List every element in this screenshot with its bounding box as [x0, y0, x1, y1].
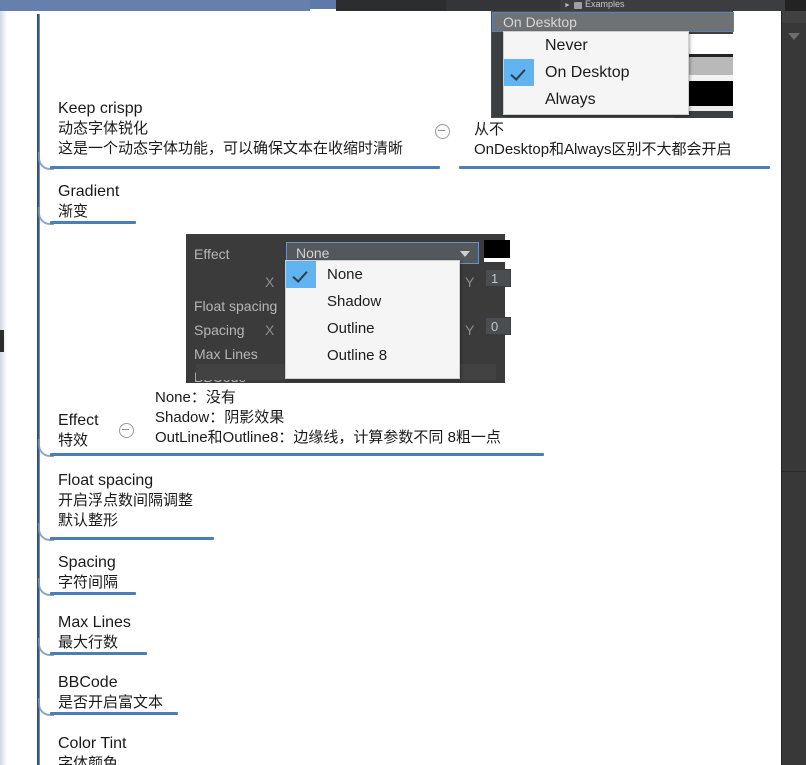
top-right-dark-corner	[782, 0, 806, 11]
chevron-down-icon	[460, 251, 470, 257]
spacing-x-label: X	[265, 322, 275, 338]
on-desktop-option-label: On Desktop	[545, 63, 630, 81]
note-title: Gradient	[58, 183, 120, 200]
minus-circle-icon-keep-crispp[interactable]	[435, 124, 450, 139]
note-effect-descriptions: None：没有 Shadow：阴影效果 OutLine和Outline8：边缘线…	[155, 388, 575, 448]
note-subtitle: 字符间隔	[58, 574, 119, 592]
on-desktop-option-always[interactable]: Always	[504, 86, 688, 113]
effect-field-label: Effect	[194, 246, 230, 262]
minus-circle-icon-effect[interactable]	[119, 423, 134, 438]
note-max-lines: Max Lines 最大行数	[58, 612, 298, 653]
note-description: 这是一个动态字体功能，可以确保文本在收缩时清晰	[58, 140, 404, 158]
note-title: Max Lines	[58, 614, 131, 631]
effect-x-label: X	[265, 274, 275, 290]
note-underline-spacing	[50, 592, 136, 595]
note-title: Spacing	[58, 554, 116, 571]
window-titlebar-strip-left	[0, 0, 310, 11]
note-underline-effect	[50, 453, 544, 456]
float-spacing-label: Float spacing	[194, 298, 278, 314]
effect-option-label: Outline	[327, 320, 375, 337]
note-effect-desc-shadow: Shadow：阴影效果	[155, 409, 285, 427]
note-subtitle-2: 默认整形	[58, 512, 119, 530]
note-effect-desc-outline: OutLine和Outline8：边缘线，计算参数不同 8粗一点	[155, 429, 501, 447]
note-spacing: Spacing 字符间隔	[58, 552, 298, 593]
on-desktop-option-label: Never	[545, 36, 588, 54]
note-gradient: Gradient 渐变	[58, 181, 318, 222]
note-bracket-spine	[37, 14, 40, 765]
note-color-tint: Color Tint 字体颜色	[58, 733, 318, 765]
chevron-down-icon[interactable]	[788, 33, 800, 40]
on-desktop-option-on-desktop[interactable]: On Desktop	[504, 59, 688, 86]
folder-icon	[573, 2, 582, 9]
unity-editor-toolbar-strip-b	[336, 0, 446, 11]
on-desktop-dropdown-menu: Never On Desktop Always	[503, 31, 689, 115]
effect-option-shadow[interactable]: Shadow	[286, 288, 459, 315]
effect-color-swatch[interactable]	[484, 240, 510, 262]
note-bbcode: BBCode 是否开启富文本	[58, 672, 318, 713]
note-underline-max-lines	[50, 652, 147, 655]
note-subtitle: 动态字体锐化	[58, 120, 149, 138]
spacing-label: Spacing	[194, 322, 245, 338]
window-titlebar-strip-left2	[310, 0, 336, 9]
effect-dropdown-menu: None Shadow Outline Outline 8	[285, 260, 460, 379]
effect-y-value-field[interactable]: 1	[485, 269, 511, 287]
note-right-line1: 从不	[474, 121, 505, 138]
on-desktop-option-never[interactable]: Never	[504, 32, 688, 59]
on-desktop-option-label: Always	[545, 90, 596, 108]
on-desktop-combo-value: On Desktop	[503, 14, 577, 30]
effect-option-outline[interactable]: Outline	[286, 315, 459, 342]
max-lines-label: Max Lines	[194, 346, 258, 362]
hierarchy-item-label: Examples	[584, 0, 625, 9]
note-title: Float spacing	[58, 472, 154, 489]
effect-dropdown-value: None	[296, 245, 330, 261]
effect-option-label: None	[327, 266, 363, 283]
note-subtitle: 开启浮点数间隔调整	[58, 492, 194, 510]
note-subtitle: 渐变	[58, 203, 89, 221]
note-keep-crispp: Keep crispp 动态字体锐化 这是一个动态字体功能，可以确保文本在收缩时…	[58, 98, 458, 159]
effect-option-label: Shadow	[327, 293, 382, 310]
left-edge-marker	[0, 330, 4, 352]
triangle-right-icon[interactable]: ►	[564, 2, 571, 9]
note-subtitle: 最大行数	[58, 634, 119, 652]
note-effect-desc-none: None：没有	[155, 389, 236, 406]
check-icon	[504, 59, 534, 86]
note-float-spacing: Float spacing 开启浮点数间隔调整 默认整形	[58, 470, 358, 531]
note-keep-crispp-right: 从不 OnDesktop和Always区别不大都会开启	[474, 120, 794, 160]
effect-y-label: Y	[465, 274, 475, 290]
note-subtitle: 字体颜色	[58, 755, 119, 765]
note-right-line2: OnDesktop和Always区别不大都会开启	[474, 141, 732, 159]
inspector-panel-header	[782, 11, 806, 23]
note-subtitle: 是否开启富文本	[58, 694, 164, 712]
effect-option-label: Outline 8	[327, 347, 388, 364]
note-title: BBCode	[58, 674, 118, 691]
page-left-edge	[0, 11, 7, 765]
note-underline-bbcode	[50, 712, 178, 715]
note-underline-gradient	[50, 221, 136, 224]
note-title: Color Tint	[58, 735, 127, 752]
note-title: Keep crispp	[58, 100, 143, 117]
inspector-panel-divider	[782, 471, 806, 472]
on-desktop-combo[interactable]: On Desktop	[492, 12, 734, 32]
spacing-y-value-field[interactable]: 0	[485, 317, 511, 335]
note-underline-keep-crispp-right	[459, 166, 770, 169]
check-icon	[286, 261, 316, 288]
screenshot-root: ► Examples Keep crispp 动态字体锐化 这是一个动态字体功能…	[0, 0, 806, 765]
note-underline-keep-crispp	[50, 166, 440, 169]
effect-option-none[interactable]: None	[286, 261, 459, 288]
note-underline-float-spacing	[50, 537, 214, 540]
effect-option-outline8[interactable]: Outline 8	[286, 342, 459, 369]
spacing-y-label: Y	[465, 322, 475, 338]
hierarchy-row-examples[interactable]: ► Examples	[560, 0, 785, 11]
